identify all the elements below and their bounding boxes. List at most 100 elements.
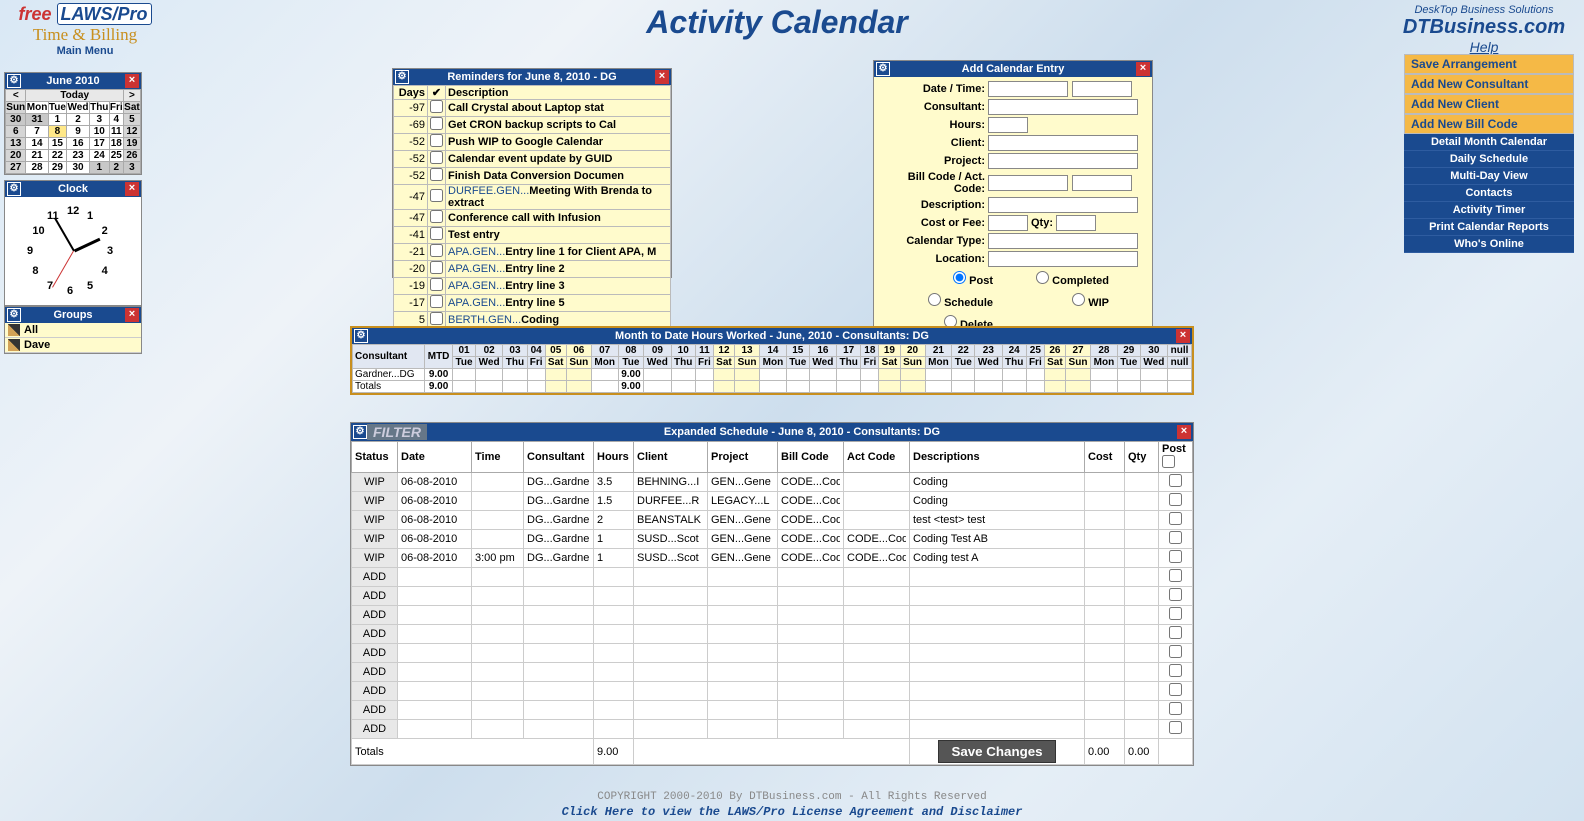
cell-input[interactable] [637, 476, 704, 488]
post-checkbox[interactable] [1169, 588, 1182, 601]
reminder-checkbox[interactable] [430, 151, 443, 164]
reminder-checkbox[interactable] [430, 278, 443, 291]
wrench-icon[interactable]: ⚙ [7, 308, 21, 322]
description-input[interactable] [988, 197, 1138, 213]
status-cell[interactable]: ADD [352, 568, 398, 587]
cell-input[interactable] [475, 552, 520, 564]
status-cell[interactable]: WIP [352, 530, 398, 549]
cell-input[interactable] [637, 590, 704, 602]
status-cell[interactable]: WIP [352, 473, 398, 492]
cell-input[interactable] [401, 533, 468, 545]
post-checkbox[interactable] [1169, 721, 1182, 734]
cell-input[interactable] [597, 723, 630, 735]
filter-label[interactable]: FILTER [367, 424, 427, 440]
cell-input[interactable] [781, 514, 840, 526]
rm-btn-0[interactable]: Save Arrangement [1404, 54, 1574, 74]
cell-input[interactable] [401, 704, 468, 716]
cal-day[interactable]: 2 [109, 162, 123, 174]
status-cell[interactable]: ADD [352, 720, 398, 739]
status-cell[interactable]: WIP [352, 492, 398, 511]
rm-link-6[interactable]: Who's Online [1404, 236, 1574, 253]
cal-day[interactable]: 27 [6, 162, 26, 174]
cell-input[interactable] [1088, 609, 1121, 621]
cell-input[interactable] [527, 685, 590, 697]
reminder-row[interactable]: -52Push WIP to Google Calendar [394, 134, 671, 151]
cell-input[interactable] [847, 628, 906, 640]
cell-input[interactable] [847, 590, 906, 602]
reminder-checkbox[interactable] [430, 312, 443, 325]
cell-input[interactable] [847, 685, 906, 697]
cell-input[interactable] [475, 628, 520, 640]
reminder-checkbox[interactable] [430, 295, 443, 308]
cell-input[interactable] [637, 495, 704, 507]
reminder-row[interactable]: -52Calendar event update by GUID [394, 151, 671, 168]
cell-input[interactable] [637, 685, 704, 697]
cell-input[interactable] [637, 609, 704, 621]
radio-wip[interactable]: WIP [1002, 293, 1112, 309]
cell-input[interactable] [1088, 723, 1121, 735]
cell-input[interactable] [781, 609, 840, 621]
cell-input[interactable] [913, 552, 1081, 564]
cell-input[interactable] [527, 533, 590, 545]
rm-link-1[interactable]: Daily Schedule [1404, 151, 1574, 168]
cell-input[interactable] [711, 628, 774, 640]
cell-input[interactable] [847, 533, 906, 545]
cell-input[interactable] [527, 571, 590, 583]
cell-input[interactable] [781, 552, 840, 564]
post-checkbox[interactable] [1169, 474, 1182, 487]
cell-input[interactable] [711, 666, 774, 678]
cal-day[interactable]: 3 [89, 114, 109, 126]
cell-input[interactable] [597, 476, 630, 488]
cell-input[interactable] [597, 666, 630, 678]
cal-day[interactable]: 18 [109, 138, 123, 150]
cell-input[interactable] [597, 628, 630, 640]
cell-input[interactable] [475, 723, 520, 735]
next-month-button[interactable]: > [123, 90, 140, 102]
cell-input[interactable] [1088, 647, 1121, 659]
cell-input[interactable] [1128, 723, 1155, 735]
cell-input[interactable] [847, 704, 906, 716]
radio-post[interactable]: Post [886, 271, 996, 287]
status-cell[interactable]: ADD [352, 682, 398, 701]
cell-input[interactable] [527, 552, 590, 564]
wrench-icon[interactable]: ⚙ [353, 425, 367, 439]
cell-input[interactable] [475, 609, 520, 621]
cell-input[interactable] [475, 571, 520, 583]
cell-input[interactable] [711, 514, 774, 526]
license-link[interactable]: Click Here to view the LAWS/Pro License … [562, 805, 1023, 819]
cell-input[interactable] [475, 685, 520, 697]
cell-input[interactable] [1088, 590, 1121, 602]
main-menu-link[interactable]: Main Menu [57, 45, 114, 57]
cell-input[interactable] [913, 590, 1081, 602]
cell-input[interactable] [913, 685, 1081, 697]
cell-input[interactable] [711, 590, 774, 602]
rm-btn-2[interactable]: Add New Client [1404, 94, 1574, 114]
cal-day[interactable]: 22 [48, 150, 67, 162]
cell-input[interactable] [1088, 476, 1121, 488]
close-icon[interactable]: × [655, 70, 669, 84]
date-input[interactable] [988, 81, 1068, 97]
cell-input[interactable] [781, 647, 840, 659]
cell-input[interactable] [637, 647, 704, 659]
cell-input[interactable] [1128, 476, 1155, 488]
post-all-checkbox[interactable] [1162, 455, 1175, 468]
rm-btn-1[interactable]: Add New Consultant [1404, 74, 1574, 94]
wrench-icon[interactable]: ⚙ [7, 182, 21, 196]
cal-day[interactable]: 16 [67, 138, 90, 150]
cell-input[interactable] [401, 514, 468, 526]
cal-day[interactable]: 7 [26, 126, 48, 138]
reminder-checkbox[interactable] [430, 227, 443, 240]
status-cell[interactable]: ADD [352, 625, 398, 644]
radio-schedule[interactable]: Schedule [886, 293, 996, 309]
cell-input[interactable] [597, 609, 630, 621]
consultant-input[interactable] [988, 99, 1138, 115]
reminder-row[interactable]: -52Finish Data Conversion Documen [394, 168, 671, 185]
cell-input[interactable] [711, 609, 774, 621]
cell-input[interactable] [527, 723, 590, 735]
cell-input[interactable] [913, 628, 1081, 640]
cal-day[interactable]: 5 [123, 114, 140, 126]
post-checkbox[interactable] [1169, 569, 1182, 582]
cal-day[interactable]: 21 [26, 150, 48, 162]
help-link[interactable]: Help [1470, 39, 1499, 55]
cell-input[interactable] [1088, 571, 1121, 583]
